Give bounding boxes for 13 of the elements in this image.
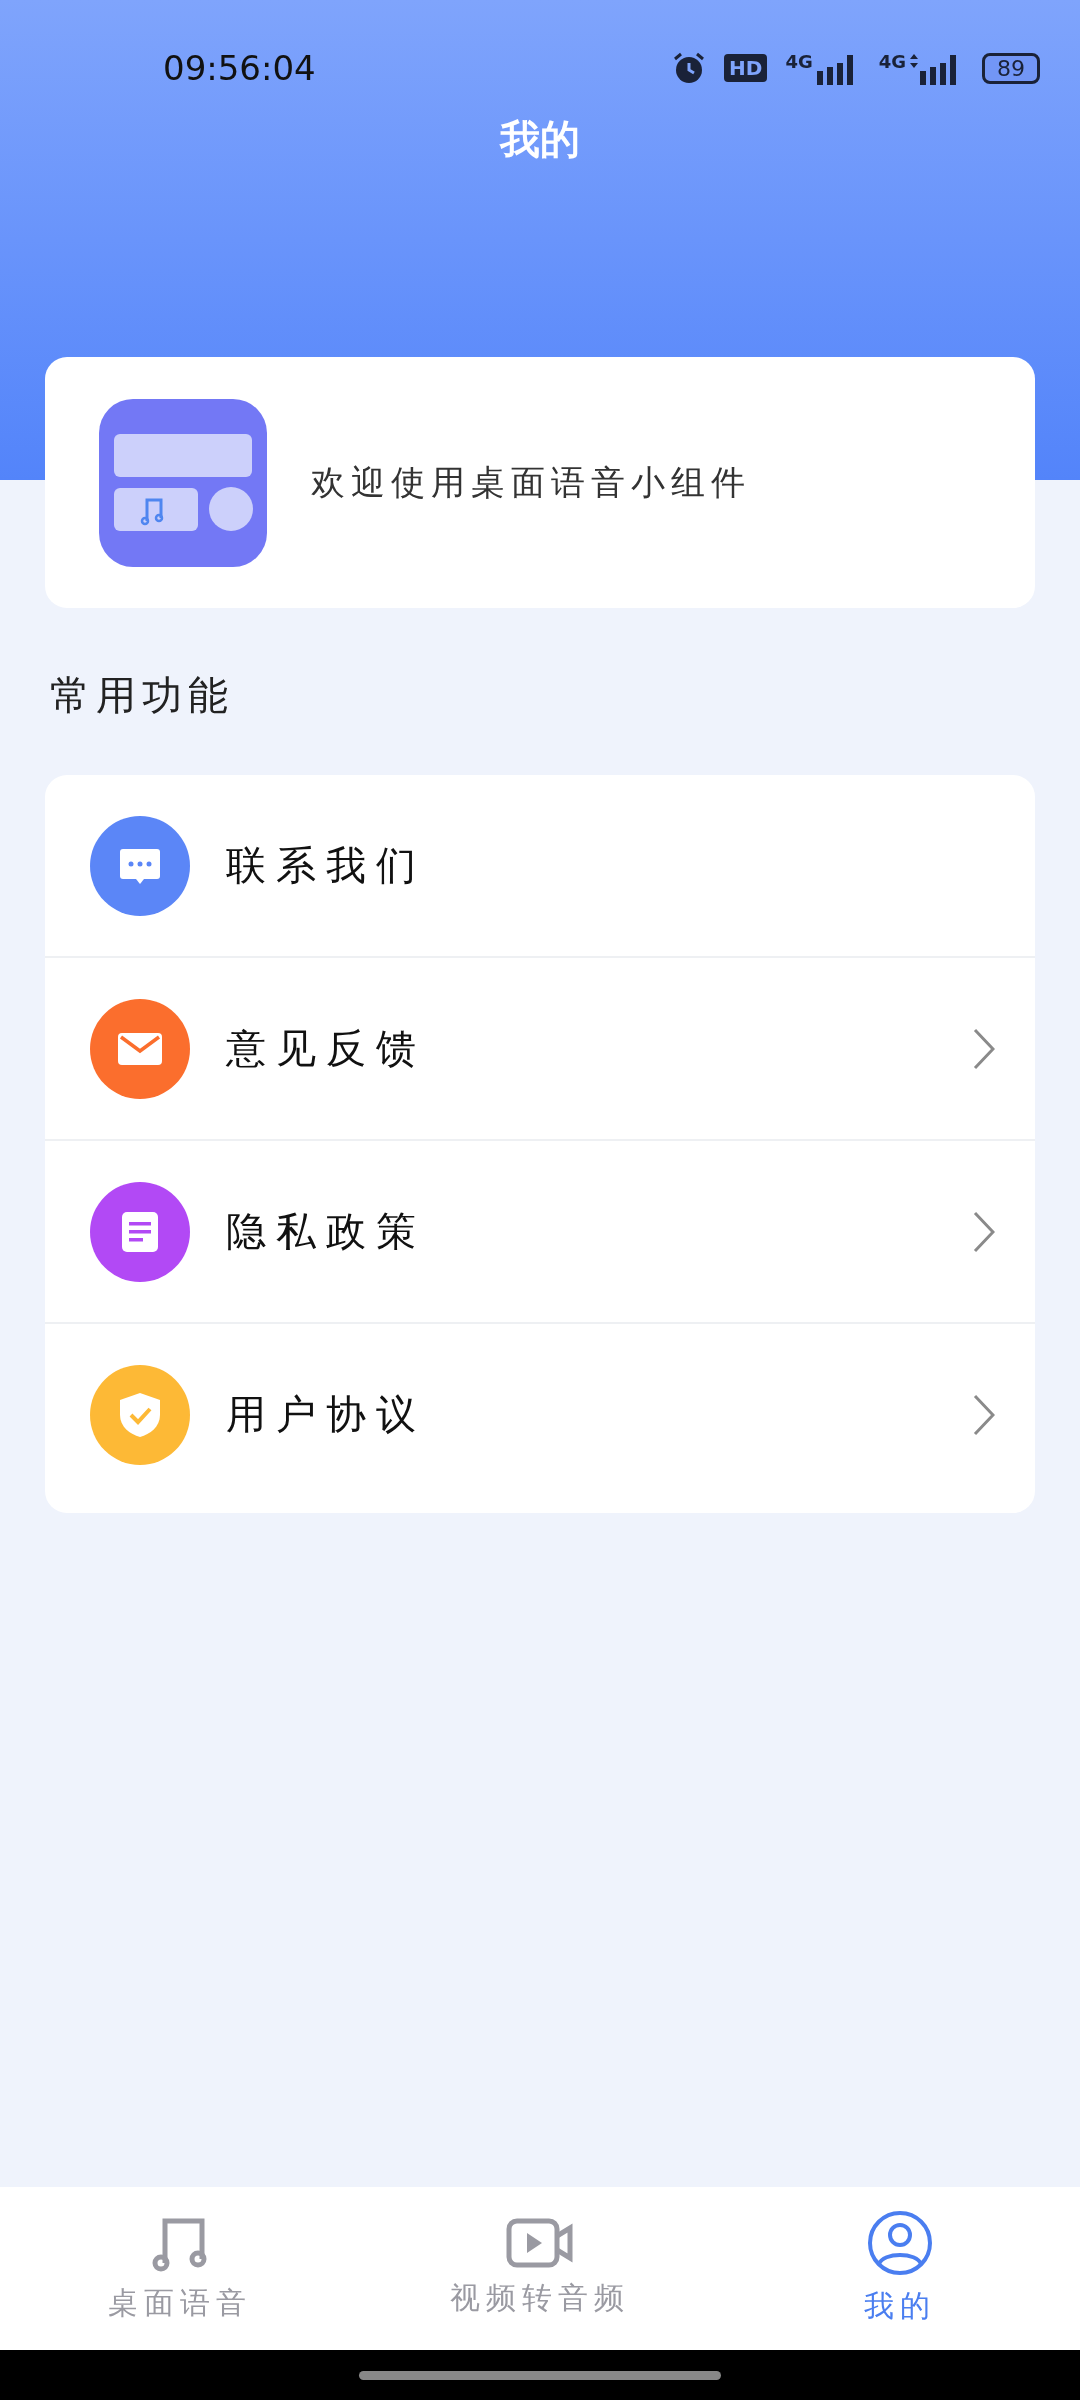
- section-title: 常用功能: [50, 671, 235, 720]
- nav-tab[interactable]: 我的: [720, 2187, 1080, 2350]
- menu-item[interactable]: 隐私政策: [226, 1204, 937, 1259]
- page-title: 我的: [498, 115, 581, 164]
- welcome-text: 欢迎使用桌面语音小组件: [311, 460, 751, 504]
- network-type: 4G: [878, 51, 906, 72]
- hd-badge: HD: [724, 54, 768, 82]
- clock-time: 09:56:04: [163, 48, 316, 88]
- menu-item[interactable]: 意见反馈: [226, 1021, 937, 1076]
- network-type: 4G: [785, 51, 813, 72]
- menu-item[interactable]: 用户协议: [226, 1387, 937, 1442]
- menu-item[interactable]: 联系我们: [226, 838, 995, 893]
- battery-level: 89: [982, 52, 1040, 84]
